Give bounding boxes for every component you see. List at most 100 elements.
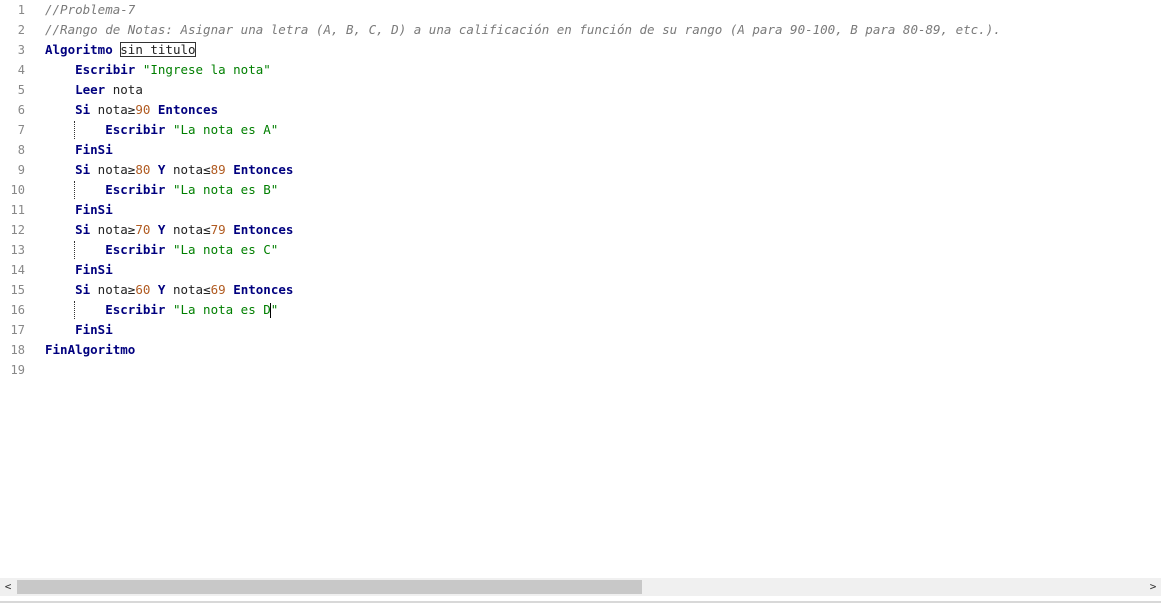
number-token: 80 bbox=[135, 162, 151, 177]
identifier-token: nota≤ bbox=[165, 282, 211, 297]
chevron-right-icon[interactable]: > bbox=[1145, 578, 1161, 596]
scrollbar-thumb[interactable] bbox=[17, 580, 642, 594]
indent-guide bbox=[74, 301, 75, 319]
horizontal-scrollbar[interactable]: < > bbox=[0, 578, 1161, 596]
code-text: Escribir "La nota es D" bbox=[45, 300, 278, 320]
keyword-token: Escribir bbox=[45, 122, 166, 137]
code-text: Leer nota bbox=[45, 80, 143, 100]
line-number: 8 bbox=[17, 143, 25, 157]
code-line[interactable]: 11 FinSi bbox=[0, 200, 1161, 220]
code-text: Escribir "La nota es C" bbox=[45, 240, 278, 260]
code-text: //Problema-7 bbox=[45, 0, 135, 20]
line-number: 13 bbox=[10, 243, 25, 257]
code-line[interactable]: 14 FinSi bbox=[0, 260, 1161, 280]
number-token: 60 bbox=[135, 282, 151, 297]
indent-guide bbox=[74, 181, 75, 199]
code-line[interactable]: 13 Escribir "La nota es C" bbox=[0, 240, 1161, 260]
string-token: "La nota es C" bbox=[172, 242, 279, 257]
algorithm-name: sin_titulo bbox=[120, 42, 196, 57]
keyword-token: Escribir bbox=[45, 62, 136, 77]
keyword-token: FinSi bbox=[45, 262, 113, 277]
number-token: 79 bbox=[210, 222, 226, 237]
keyword-token: Leer bbox=[45, 82, 106, 97]
string-token: "Ingrese la nota" bbox=[142, 62, 271, 77]
code-line[interactable]: 3 Algoritmo sin_titulo bbox=[0, 40, 1161, 60]
comment-token: //Rango de Notas: Asignar una letra (A, … bbox=[45, 22, 1001, 37]
code-line[interactable]: 9 Si nota≥80 Y nota≤89 Entonces bbox=[0, 160, 1161, 180]
code-line[interactable]: 5 Leer nota bbox=[0, 80, 1161, 100]
string-token: "La nota es B" bbox=[172, 182, 279, 197]
line-number: 6 bbox=[17, 103, 25, 117]
line-number: 10 bbox=[10, 183, 25, 197]
identifier-token: nota≤ bbox=[165, 222, 211, 237]
code-text: FinSi bbox=[45, 260, 113, 280]
code-line[interactable]: 18 FinAlgoritmo bbox=[0, 340, 1161, 360]
identifier-token bbox=[150, 162, 158, 177]
line-number: 19 bbox=[10, 363, 25, 377]
code-text: Si nota≥80 Y nota≤89 Entonces bbox=[45, 160, 293, 180]
identifier-token bbox=[150, 102, 158, 117]
chevron-left-icon[interactable]: < bbox=[0, 578, 16, 596]
keyword-token: FinSi bbox=[45, 202, 113, 217]
code-text: Algoritmo sin_titulo bbox=[45, 40, 196, 60]
code-text: FinSi bbox=[45, 320, 113, 340]
identifier-token bbox=[165, 302, 173, 317]
identifier-token bbox=[135, 62, 143, 77]
identifier-token bbox=[150, 222, 158, 237]
code-line[interactable]: 10 Escribir "La nota es B" bbox=[0, 180, 1161, 200]
line-number: 5 bbox=[17, 83, 25, 97]
number-token: 90 bbox=[135, 102, 151, 117]
code-text: Si nota≥90 Entonces bbox=[45, 100, 218, 120]
line-number: 9 bbox=[17, 163, 25, 177]
code-line[interactable]: 1 //Problema-7 bbox=[0, 0, 1161, 20]
code-text: FinSi bbox=[45, 140, 113, 160]
code-line[interactable]: 16 Escribir "La nota es D" bbox=[0, 300, 1161, 320]
identifier-token: nota bbox=[105, 82, 143, 97]
identifier-token: nota≥ bbox=[90, 162, 136, 177]
line-number: 4 bbox=[17, 63, 25, 77]
keyword-token: Si bbox=[45, 282, 91, 297]
code-line[interactable]: 4 Escribir "Ingrese la nota" bbox=[0, 60, 1161, 80]
code-line[interactable]: 6 Si nota≥90 Entonces bbox=[0, 100, 1161, 120]
identifier-token: nota≥ bbox=[90, 102, 136, 117]
line-number: 7 bbox=[17, 123, 25, 137]
number-token: 89 bbox=[210, 162, 226, 177]
keyword-token: Entonces bbox=[157, 102, 219, 117]
code-text: //Rango de Notas: Asignar una letra (A, … bbox=[45, 20, 1001, 40]
line-number: 2 bbox=[17, 23, 25, 37]
code-text: FinAlgoritmo bbox=[45, 340, 135, 360]
code-editor[interactable]: 1 //Problema-7 2 //Rango de Notas: Asignar … bbox=[0, 0, 1161, 578]
string-token: "La nota es A" bbox=[172, 122, 279, 137]
identifier-token: nota≤ bbox=[165, 162, 211, 177]
line-number: 15 bbox=[10, 283, 25, 297]
code-line[interactable]: 7 Escribir "La nota es A" bbox=[0, 120, 1161, 140]
keyword-token: FinSi bbox=[45, 322, 113, 337]
identifier-token bbox=[165, 242, 173, 257]
code-line[interactable]: 2 //Rango de Notas: Asignar una letra (A,… bbox=[0, 20, 1161, 40]
comment-token: //Problema-7 bbox=[45, 2, 136, 17]
line-number: 1 bbox=[17, 3, 25, 17]
keyword-token: Si bbox=[45, 162, 91, 177]
string-token: "La nota es D bbox=[172, 302, 271, 317]
code-text: Escribir "La nota es A" bbox=[45, 120, 278, 140]
keyword-token: FinAlgoritmo bbox=[45, 342, 136, 357]
identifier-token bbox=[165, 182, 173, 197]
code-line[interactable]: 15 Si nota≥60 Y nota≤69 Entonces bbox=[0, 280, 1161, 300]
keyword-token: Escribir bbox=[45, 242, 166, 257]
line-number: 14 bbox=[10, 263, 25, 277]
number-token: 69 bbox=[210, 282, 226, 297]
identifier-token bbox=[165, 122, 173, 137]
keyword-token: Escribir bbox=[45, 302, 166, 317]
code-line[interactable]: 12 Si nota≥70 Y nota≤79 Entonces bbox=[0, 220, 1161, 240]
identifier-token bbox=[150, 282, 158, 297]
code-text: FinSi bbox=[45, 200, 113, 220]
code-line[interactable]: 17 FinSi bbox=[0, 320, 1161, 340]
code-line[interactable]: 8 FinSi bbox=[0, 140, 1161, 160]
indent-guide bbox=[74, 241, 75, 259]
identifier-token: nota≥ bbox=[90, 282, 136, 297]
number-token: 70 bbox=[135, 222, 151, 237]
identifier-token: nota≥ bbox=[90, 222, 136, 237]
code-line[interactable]: 19 bbox=[0, 360, 1161, 380]
line-number: 18 bbox=[10, 343, 25, 357]
line-number: 11 bbox=[10, 203, 25, 217]
